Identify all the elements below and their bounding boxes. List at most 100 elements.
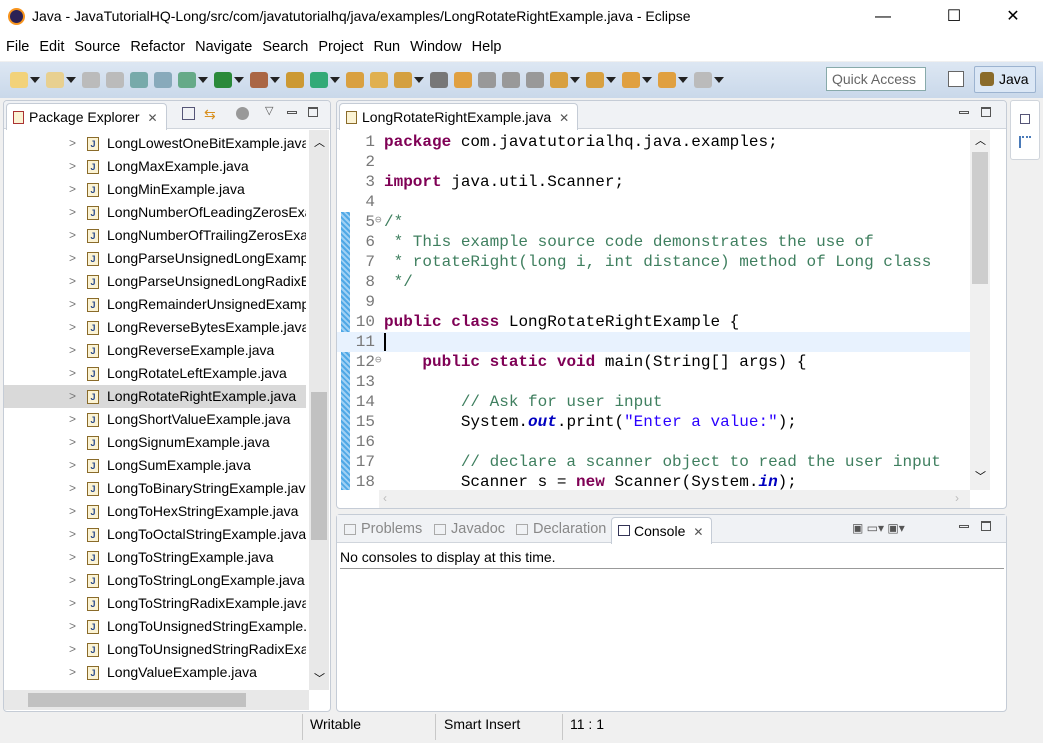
tree-horizontal-scrollbar[interactable] [4,690,309,710]
editor-vertical-scrollbar[interactable]: ︿ ﹀ [970,130,990,490]
dropdown-arrow-icon[interactable] [414,77,424,83]
tree-item[interactable]: > J LongToBinaryStringExample.java [4,477,306,500]
tree-item[interactable]: > J LongShortValueExample.java [4,408,306,431]
expand-arrow-icon[interactable]: > [69,132,76,155]
expand-arrow-icon[interactable]: > [69,385,76,408]
link-with-editor-icon[interactable]: ⇆ [204,106,216,123]
dropdown-arrow-icon[interactable] [234,77,244,83]
tree-item[interactable]: > J LongRotateRightExample.java [4,385,306,408]
forward-icon[interactable] [694,72,712,88]
expand-arrow-icon[interactable]: > [69,615,76,638]
tree-item[interactable]: > J LongMinExample.java [4,178,306,201]
skip-breakpoints-icon[interactable] [154,72,172,88]
tree-item[interactable]: > J LongSignumExample.java [4,431,306,454]
expand-arrow-icon[interactable]: > [69,661,76,684]
word-wrap-icon[interactable] [478,72,496,88]
dropdown-arrow-icon[interactable] [714,77,724,83]
expand-arrow-icon[interactable]: > [69,523,76,546]
fold-icon[interactable]: ⊖ [375,351,382,371]
collapse-all-icon[interactable] [182,107,195,120]
menu-edit[interactable]: Edit [34,33,69,61]
dropdown-arrow-icon[interactable] [198,77,208,83]
menu-source[interactable]: Source [69,33,125,61]
expand-arrow-icon[interactable]: > [69,546,76,569]
dropdown-arrow-icon[interactable] [642,77,652,83]
tree-item[interactable]: > J LongMaxExample.java [4,155,306,178]
tab-javadoc[interactable]: Javadoc [431,521,505,537]
tree-item[interactable]: > J LongToOctalStringExample.java [4,523,306,546]
print-icon[interactable] [130,72,148,88]
search-icon[interactable] [394,72,412,88]
maximize-view-icon[interactable] [981,107,991,117]
tree-item[interactable]: > J LongToStringRadixExample.java [4,592,306,615]
open-perspective-icon[interactable] [948,71,964,87]
expand-arrow-icon[interactable]: > [69,247,76,270]
minimize-view-icon[interactable] [959,525,969,528]
menu-search[interactable]: Search [257,33,313,61]
tab-declaration[interactable]: Declaration [513,521,606,537]
fold-icon[interactable]: ⊖ [375,211,382,231]
view-menu-icon[interactable]: ▽ [265,104,273,117]
maximize-button[interactable]: ☐ [931,0,977,33]
show-whitespace-icon[interactable] [526,72,544,88]
expand-arrow-icon[interactable]: > [69,270,76,293]
dropdown-arrow-icon[interactable] [270,77,280,83]
tab-package-explorer[interactable]: Package Explorer ✕ [6,103,167,130]
dropdown-arrow-icon[interactable] [678,77,688,83]
console-toolbar-icons[interactable]: ▣ ▭▾ ▣▾ [852,521,952,537]
dropdown-arrow-icon[interactable] [330,77,340,83]
expand-arrow-icon[interactable]: > [69,293,76,316]
block-selection-icon[interactable] [502,72,520,88]
restore-icon[interactable] [1020,114,1030,124]
external-tools-icon[interactable] [250,72,268,88]
expand-arrow-icon[interactable]: > [69,339,76,362]
new-java-class-icon[interactable] [310,72,328,88]
scroll-thumb[interactable] [972,152,988,284]
new-icon[interactable] [10,72,28,88]
expand-arrow-icon[interactable]: > [69,477,76,500]
back-nav-icon[interactable] [658,72,676,88]
tree-item[interactable]: >JLongValueOfExample.java [4,684,306,688]
tree-item[interactable]: > J LongSumExample.java [4,454,306,477]
maximize-view-icon[interactable] [308,107,318,117]
dropdown-arrow-icon[interactable] [606,77,616,83]
scroll-thumb[interactable] [311,392,327,540]
code-area[interactable]: 1 package com.javatutorialhq.java.example… [337,132,970,490]
minimize-button[interactable]: — [860,0,906,33]
tree-item[interactable]: > J LongNumberOfTrailingZerosExample.java [4,224,306,247]
highlight-icon[interactable] [454,72,472,88]
tab-editor-file[interactable]: LongRotateRightExample.java ✕ [339,103,579,130]
tree-item[interactable]: > J LongToHexStringExample.java [4,500,306,523]
expand-arrow-icon[interactable]: > [69,684,76,688]
expand-arrow-icon[interactable]: > [69,638,76,661]
save-all-icon[interactable] [106,72,124,88]
expand-arrow-icon[interactable]: > [69,569,76,592]
expand-arrow-icon[interactable]: > [69,155,76,178]
menu-project[interactable]: Project [313,33,368,61]
tree-vertical-scrollbar[interactable]: ︿ ﹀ [309,130,329,690]
menu-navigate[interactable]: Navigate [190,33,257,61]
minimize-view-icon[interactable] [959,111,969,114]
tree-item[interactable]: > J LongRotateLeftExample.java [4,362,306,385]
tree-item[interactable]: > J LongReverseExample.java [4,339,306,362]
java-perspective-button[interactable]: Java [974,66,1036,93]
expand-arrow-icon[interactable]: > [69,201,76,224]
outline-icon[interactable] [1019,136,1031,148]
tree-item[interactable]: > J LongNumberOfLeadingZerosExample.java [4,201,306,224]
expand-arrow-icon[interactable]: > [69,408,76,431]
close-icon[interactable]: ✕ [693,525,703,539]
tab-console[interactable]: Console ✕ [611,517,713,544]
tree-item[interactable]: > J LongToStringLongExample.java [4,569,306,592]
expand-arrow-icon[interactable]: > [69,316,76,339]
menu-run[interactable]: Run [368,33,405,61]
tree-item[interactable]: > J LongReverseBytesExample.java [4,316,306,339]
save-icon[interactable] [82,72,100,88]
menu-help[interactable]: Help [467,33,507,61]
debug-icon[interactable] [178,72,196,88]
quick-access-input[interactable]: Quick Access [826,67,926,91]
expand-arrow-icon[interactable]: > [69,431,76,454]
expand-arrow-icon[interactable]: > [69,500,76,523]
new-package-icon[interactable] [46,72,64,88]
minimize-view-icon[interactable] [287,111,297,114]
close-button[interactable]: ✕ [990,0,1036,33]
